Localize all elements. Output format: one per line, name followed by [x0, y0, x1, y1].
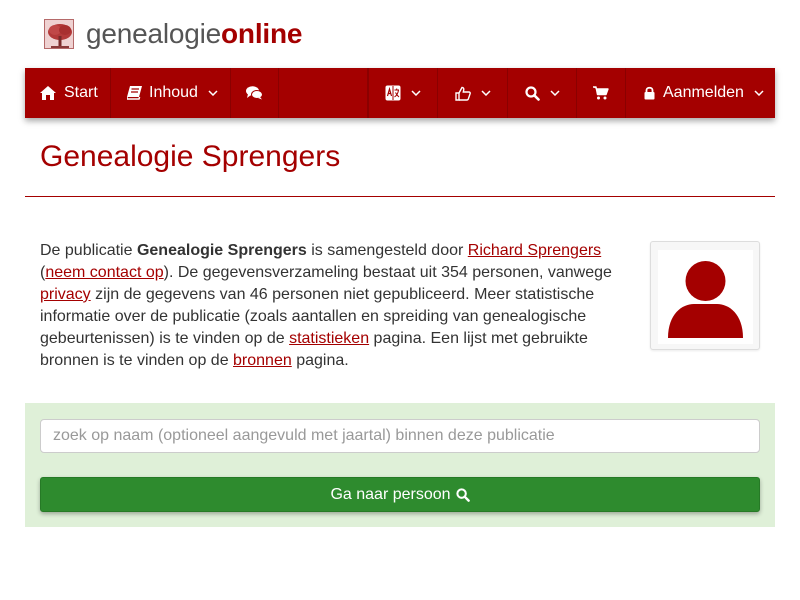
publication-name: Genealogie Sprengers: [136, 242, 307, 259]
person-search-input[interactable]: [40, 419, 760, 453]
intro-text: De publicatie: [40, 242, 137, 259]
site-name-part-1: genealogie: [86, 18, 222, 49]
nav-cart[interactable]: [577, 68, 626, 118]
privacy-link[interactable]: privacy: [40, 286, 91, 303]
person-search-panel: Ga naar persoon: [25, 403, 775, 527]
user-avatar-icon: [658, 250, 753, 344]
chevron-down-icon: [549, 90, 560, 96]
nav-inhoud[interactable]: Inhoud: [111, 68, 231, 118]
comments-icon: [246, 86, 263, 100]
tree-logo-icon: [44, 19, 74, 49]
author-avatar-card: [650, 241, 760, 350]
nav-like[interactable]: [438, 68, 508, 118]
main-navbar: Start Inhoud Aanmelden: [25, 68, 775, 118]
site-name: genealogieonline: [86, 18, 302, 50]
page-title: Genealogie Sprengers: [40, 140, 341, 173]
translate-icon: [385, 85, 401, 101]
intro-text: ). De gegevensverzameling bestaat uit 35…: [163, 264, 612, 281]
go-to-person-label: Ga naar persoon: [330, 485, 451, 503]
go-to-person-button[interactable]: Ga naar persoon: [40, 477, 760, 512]
nav-start[interactable]: Start: [25, 68, 111, 118]
chevron-down-icon: [480, 90, 491, 96]
site-logo[interactable]: genealogieonline: [44, 18, 302, 50]
shopping-cart-icon: [593, 86, 609, 100]
publication-intro: De publicatie Genealogie Sprengers is sa…: [40, 240, 630, 372]
home-icon: [40, 86, 56, 100]
nav-inhoud-label: Inhoud: [149, 84, 198, 101]
contact-link[interactable]: neem contact op: [45, 264, 163, 281]
author-link[interactable]: Richard Sprengers: [468, 242, 601, 259]
sources-link[interactable]: bronnen: [233, 352, 292, 369]
nav-login[interactable]: Aanmelden: [626, 68, 775, 118]
chevron-down-icon: [411, 90, 421, 96]
intro-text: is samengesteld door: [306, 242, 468, 259]
lock-icon: [644, 86, 655, 100]
thumbs-up-icon: [454, 86, 471, 101]
statistics-link[interactable]: statistieken: [289, 330, 369, 347]
search-icon: [455, 487, 470, 502]
nav-login-label: Aanmelden: [663, 84, 744, 101]
nav-start-label: Start: [64, 84, 98, 101]
title-divider: [25, 196, 775, 197]
book-icon: [127, 86, 142, 100]
nav-forum[interactable]: [231, 68, 279, 118]
site-name-part-2: online: [221, 18, 303, 49]
search-icon: [524, 85, 540, 101]
nav-search[interactable]: [508, 68, 577, 118]
chevron-down-icon: [754, 90, 764, 96]
nav-language[interactable]: [368, 68, 438, 118]
chevron-down-icon: [208, 90, 218, 96]
nav-spacer: [279, 68, 368, 118]
intro-text: pagina.: [291, 352, 349, 369]
